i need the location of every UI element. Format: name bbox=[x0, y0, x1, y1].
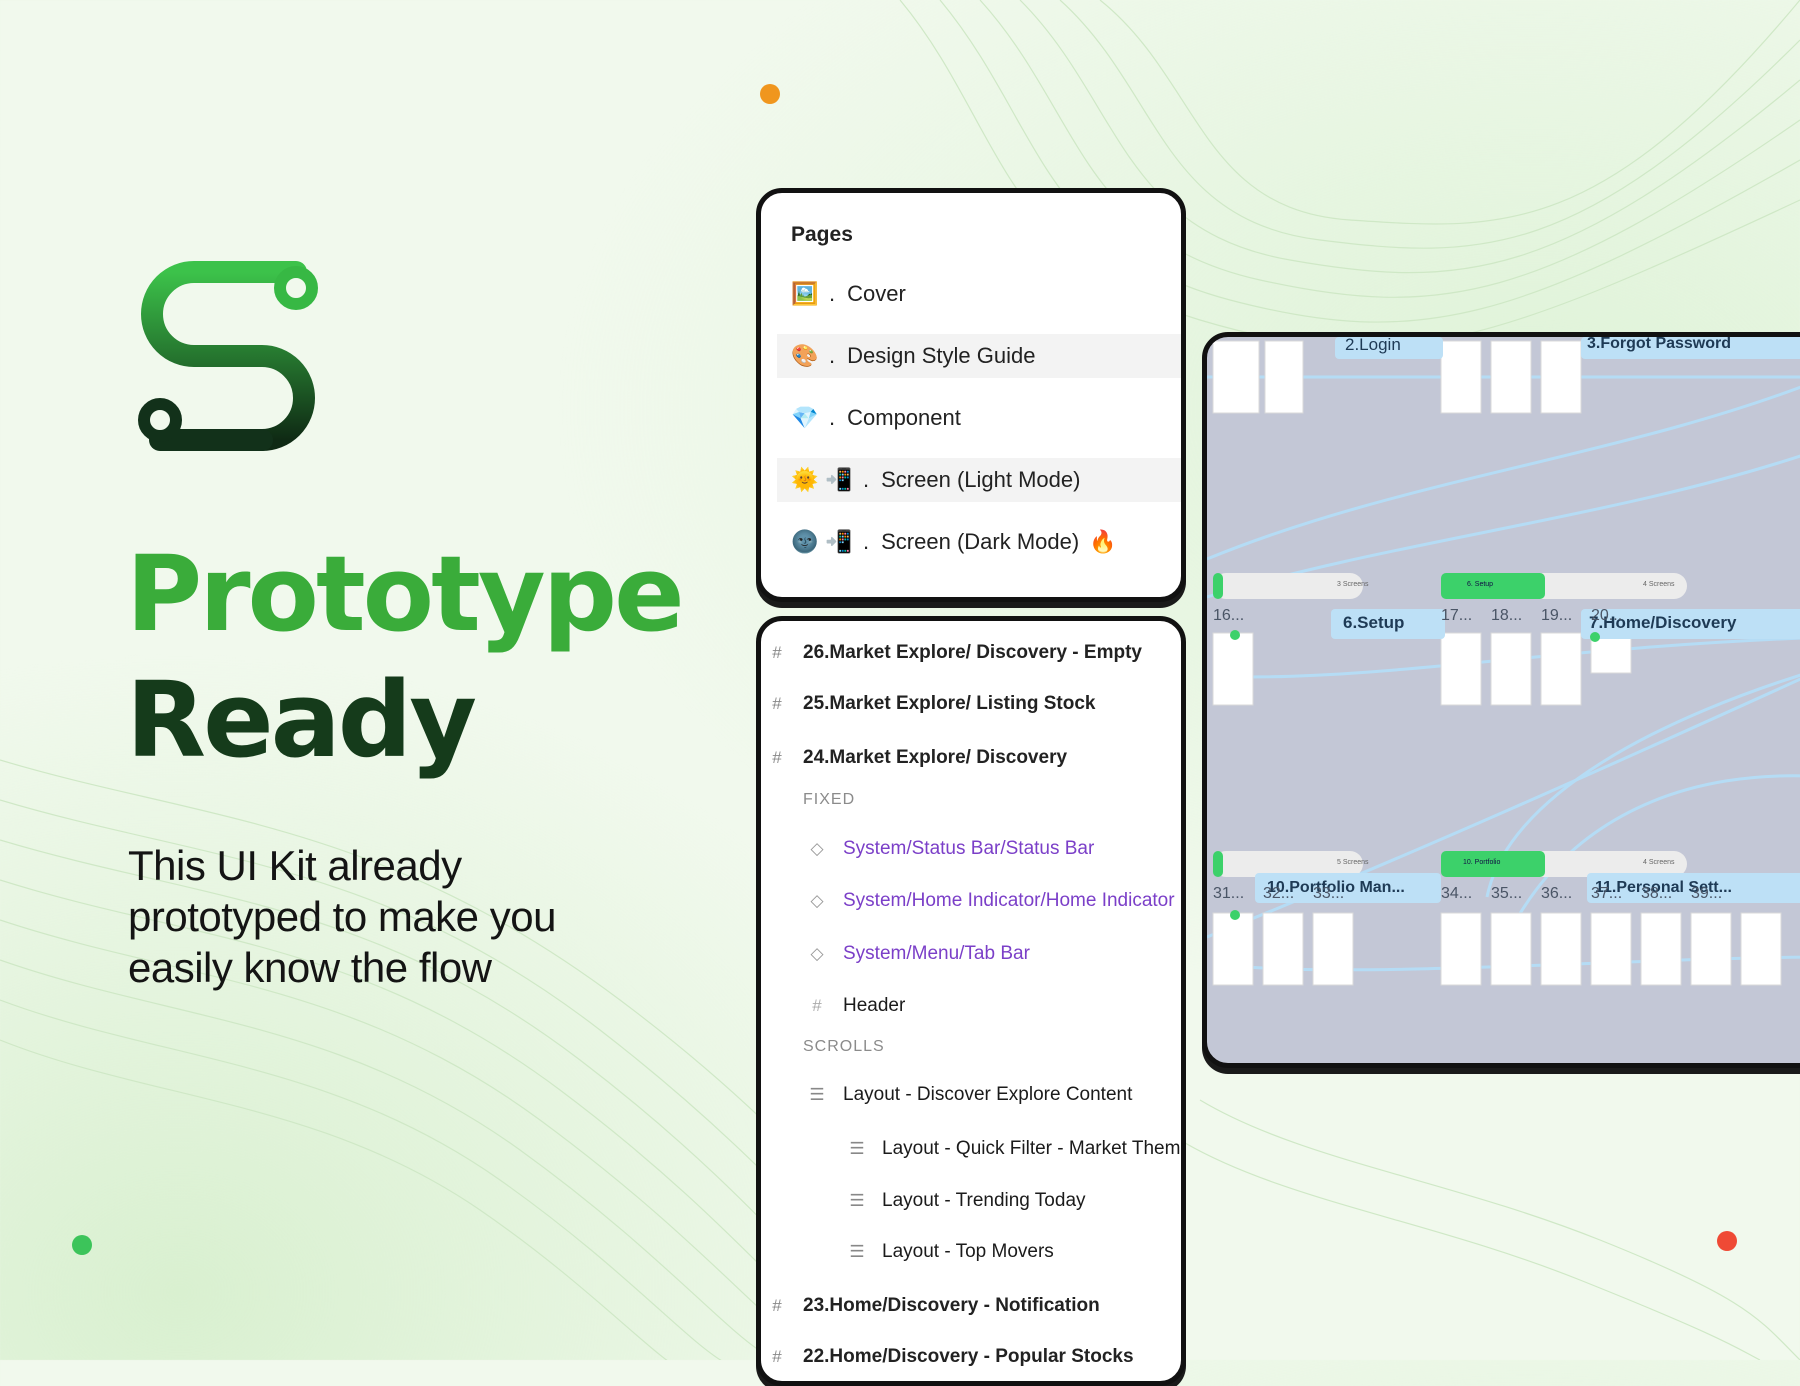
flow-frame-number: 36... bbox=[1541, 885, 1573, 902]
flow-label-setup: 6.Setup bbox=[1343, 613, 1405, 632]
auto-layout-icon: ☰ bbox=[809, 1085, 825, 1104]
layer-row-header[interactable]: # Header bbox=[761, 991, 1181, 1021]
layer-row-frame[interactable]: # 22.Home/Discovery - Popular Stocks bbox=[761, 1342, 1181, 1372]
auto-layout-icon: ☰ bbox=[849, 1242, 865, 1261]
flow-bar-count: 4 Screens bbox=[1643, 581, 1675, 588]
phone-arrow-icon: 📲 bbox=[825, 467, 853, 492]
flow-label-login: 2.Login bbox=[1345, 335, 1401, 354]
pages-title: Pages bbox=[791, 223, 853, 246]
tagline-line-3: easily know the flow bbox=[128, 944, 492, 991]
tagline: This UI Kit already prototyped to make y… bbox=[128, 840, 688, 993]
auto-layout-icon: ☰ bbox=[849, 1139, 865, 1158]
flow-frame-number: 17... bbox=[1441, 607, 1473, 624]
flow-frame-number: 18... bbox=[1491, 607, 1523, 624]
layer-row-instance[interactable]: ◇ System/Menu/Tab Bar bbox=[761, 939, 1181, 969]
flow-diagram bbox=[1207, 337, 1800, 986]
flow-frame-number: 16... bbox=[1213, 607, 1245, 624]
layers-panel: # 26.Market Explore/ Discovery - Empty #… bbox=[756, 616, 1186, 1386]
auto-layout-icon: ☰ bbox=[849, 1191, 865, 1210]
flow-label-forgot-password: 3.Forgot Password bbox=[1587, 335, 1732, 352]
moon-face-icon: 🌚 bbox=[791, 529, 819, 554]
component-instance-icon: ◇ bbox=[810, 944, 824, 963]
flow-frame-number: 32... bbox=[1263, 885, 1295, 902]
flow-frame-number: 35... bbox=[1491, 885, 1523, 902]
page-item-component[interactable]: 💎 . Component bbox=[777, 396, 1181, 440]
page-item-design-style-guide[interactable]: 🎨 . Design Style Guide bbox=[777, 334, 1181, 378]
frame-hash-icon: # bbox=[772, 1347, 782, 1366]
fire-icon: 🔥 bbox=[1089, 529, 1117, 554]
page-item-label: Screen (Light Mode) bbox=[881, 467, 1081, 492]
frame-hash-icon: # bbox=[772, 643, 782, 662]
frame-hash-icon: # bbox=[772, 748, 782, 767]
flow-bar-tag: 6. Setup bbox=[1467, 581, 1494, 588]
flow-frame-number: 39... bbox=[1691, 885, 1723, 902]
layer-row-layout[interactable]: ☰ Layout - Top Movers bbox=[761, 1237, 1181, 1267]
page-item-label: Component bbox=[847, 405, 961, 430]
flow-frame-number: 33... bbox=[1313, 885, 1345, 902]
component-instance-icon: ◇ bbox=[810, 839, 824, 858]
layer-row-frame[interactable]: # 26.Market Explore/ Discovery - Empty bbox=[761, 638, 1181, 668]
flow-frame-number: 20... bbox=[1591, 607, 1623, 624]
palette-icon: 🎨 bbox=[791, 343, 819, 368]
layer-section-fixed: FIXED bbox=[803, 791, 856, 808]
page-item-cover[interactable]: 🖼️ . Cover bbox=[777, 272, 1181, 316]
flow-bar-count: 4 Screens bbox=[1643, 859, 1675, 866]
flow-frame-number: 31... bbox=[1213, 885, 1245, 902]
page-item-label: Cover bbox=[847, 281, 906, 306]
layer-row-layout[interactable]: ☰ Layout - Trending Today bbox=[761, 1186, 1181, 1216]
layer-row-frame[interactable]: # 23.Home/Discovery - Notification bbox=[761, 1291, 1181, 1321]
tagline-line-2: prototyped to make you bbox=[128, 893, 556, 940]
headline-line-1: Prototype bbox=[126, 533, 685, 655]
page-item-screen-light[interactable]: 🌞 📲 . Screen (Light Mode) bbox=[777, 458, 1181, 502]
layer-row-frame[interactable]: # 25.Market Explore/ Listing Stock bbox=[761, 689, 1181, 719]
green-accent-dot bbox=[72, 1235, 92, 1255]
frame-hash-icon: # bbox=[772, 694, 782, 713]
tagline-line-1: This UI Kit already bbox=[128, 842, 462, 889]
layer-row-instance[interactable]: ◇ System/Home Indicator/Home Indicator bbox=[761, 886, 1181, 916]
page-item-screen-dark[interactable]: 🌚 📲 . Screen (Dark Mode) 🔥 bbox=[777, 520, 1181, 564]
brand-logo-icon bbox=[138, 261, 318, 451]
red-accent-dot bbox=[1717, 1231, 1737, 1251]
component-instance-icon: ◇ bbox=[810, 891, 824, 910]
frame-hash-icon: # bbox=[812, 996, 822, 1015]
flow-bar-tag: 10. Portfolio bbox=[1463, 859, 1501, 866]
layer-section-scrolls: SCROLLS bbox=[803, 1038, 885, 1055]
flow-bar-count: 5 Screens bbox=[1337, 859, 1369, 866]
gem-icon: 💎 bbox=[791, 405, 819, 430]
frame-hash-icon: # bbox=[772, 1296, 782, 1315]
flow-frame-number: 34... bbox=[1441, 885, 1473, 902]
flow-frame-number: 38... bbox=[1641, 885, 1673, 902]
page-item-label: Screen (Dark Mode) bbox=[881, 529, 1080, 554]
orange-accent-dot bbox=[760, 84, 780, 104]
phone-arrow-icon: 📲 bbox=[825, 529, 853, 554]
page-item-label: Design Style Guide bbox=[847, 343, 1036, 368]
flow-bar-count: 3 Screens bbox=[1337, 581, 1369, 588]
flow-frame-number: 19... bbox=[1541, 607, 1573, 624]
pages-panel: Pages 🖼️ . Cover 🎨 . Design Style Guide … bbox=[756, 188, 1186, 602]
sun-face-icon: 🌞 bbox=[791, 467, 819, 492]
flow-frame-number: 37... bbox=[1591, 885, 1623, 902]
layer-row-layout[interactable]: ☰ Layout - Discover Explore Content bbox=[761, 1080, 1181, 1110]
layer-row-layout[interactable]: ☰ Layout - Quick Filter - Market Theme bbox=[761, 1134, 1181, 1164]
layer-row-instance[interactable]: ◇ System/Status Bar/Status Bar bbox=[761, 834, 1181, 864]
headline-line-2: Ready bbox=[126, 659, 477, 781]
layer-row-frame[interactable]: # 24.Market Explore/ Discovery bbox=[761, 743, 1181, 773]
prototype-flow-canvas[interactable]: 2.Login 3.Forgot Password 6.Setup 7.Home… bbox=[1202, 332, 1800, 1068]
framed-picture-icon: 🖼️ bbox=[791, 281, 819, 306]
